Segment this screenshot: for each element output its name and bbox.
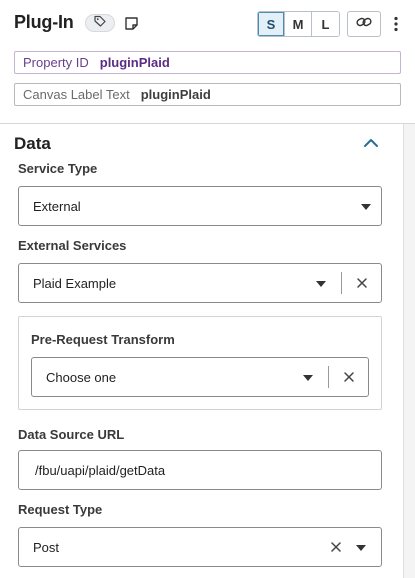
select-separator bbox=[341, 272, 342, 294]
request-type-select[interactable]: Post bbox=[18, 527, 382, 567]
data-source-url-label: Data Source URL bbox=[18, 427, 125, 442]
pre-request-transform-select[interactable]: Choose one bbox=[31, 357, 369, 397]
chevron-down-icon bbox=[361, 204, 371, 210]
link-icon bbox=[356, 15, 372, 33]
scrollbar[interactable] bbox=[403, 124, 415, 578]
chevron-down-icon[interactable] bbox=[303, 375, 313, 381]
property-id-field[interactable]: Property ID pluginPlaid bbox=[14, 51, 401, 74]
properties-header: Plug-In S M L Property ID pluginPlaid Ca… bbox=[0, 0, 415, 124]
chevron-down-icon[interactable] bbox=[316, 281, 326, 287]
note-icon[interactable] bbox=[123, 15, 139, 31]
tag-icon bbox=[94, 14, 106, 32]
data-section-title: Data bbox=[14, 134, 51, 153]
canvas-label-field[interactable]: Canvas Label Text pluginPlaid bbox=[14, 83, 401, 106]
size-button-l[interactable]: L bbox=[312, 12, 339, 36]
request-type-value: Post bbox=[33, 539, 60, 555]
chevron-down-icon[interactable] bbox=[356, 545, 366, 551]
component-title: Plug-In bbox=[14, 12, 74, 32]
size-button-s[interactable]: S bbox=[258, 12, 285, 36]
link-button[interactable] bbox=[347, 11, 381, 37]
data-source-url-input[interactable]: /fbu/uapi/plaid/getData bbox=[18, 450, 382, 490]
canvas-label-value: pluginPlaid bbox=[140, 87, 211, 102]
service-type-label: Service Type bbox=[18, 161, 98, 176]
property-id-value: pluginPlaid bbox=[99, 55, 170, 70]
clear-icon[interactable] bbox=[343, 371, 355, 383]
property-id-label: Property ID bbox=[23, 55, 89, 70]
more-vertical-icon[interactable] bbox=[389, 11, 403, 37]
size-button-m[interactable]: M bbox=[285, 12, 312, 36]
select-separator bbox=[328, 366, 329, 388]
chevron-up-icon[interactable] bbox=[361, 135, 381, 151]
clear-icon[interactable] bbox=[330, 541, 342, 553]
external-services-value: Plaid Example bbox=[33, 275, 117, 291]
pre-request-transform-placeholder: Choose one bbox=[46, 369, 117, 385]
external-services-select[interactable]: Plaid Example bbox=[18, 263, 382, 303]
size-toggle-group: S M L bbox=[257, 11, 340, 37]
pre-request-transform-label: Pre-Request Transform bbox=[31, 332, 175, 347]
request-type-label: Request Type bbox=[18, 502, 103, 517]
tag-button[interactable] bbox=[85, 14, 115, 32]
external-services-label: External Services bbox=[18, 238, 127, 253]
service-type-select[interactable]: External bbox=[18, 186, 382, 226]
clear-icon[interactable] bbox=[356, 277, 368, 289]
service-type-value: External bbox=[33, 198, 81, 214]
canvas-label-label: Canvas Label Text bbox=[23, 87, 130, 102]
